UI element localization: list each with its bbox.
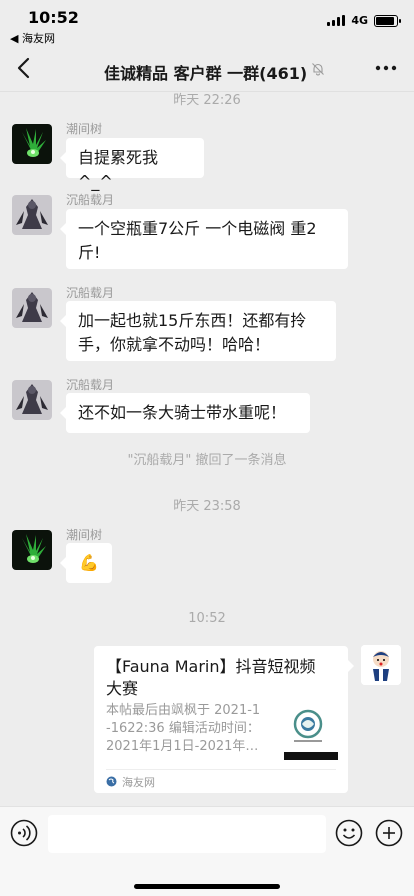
network-type: 4G: [351, 14, 368, 27]
chevron-left-icon[interactable]: [12, 54, 38, 82]
input-bar: [0, 806, 414, 896]
message-text: 手，你就拿不动吗！哈哈！: [78, 335, 271, 354]
status-time: 10:52: [28, 8, 79, 27]
message-text: 还不如一条大骑士带水重呢！: [78, 403, 287, 422]
message-input[interactable]: [48, 815, 326, 853]
avatar[interactable]: [12, 380, 52, 420]
card-title: 【Fauna Marin】抖音短视频 大赛: [106, 656, 338, 700]
card-divider: [106, 769, 336, 770]
card-thumbnail: [284, 706, 338, 760]
nav-bar: 佳诚精品 客户群 一群(461): [0, 44, 414, 92]
time-divider: 昨天 23:58: [173, 499, 241, 514]
chat-title: 佳诚精品 客户群 一群(461): [104, 64, 308, 83]
signal-icon: [327, 15, 346, 26]
globe-icon: [106, 776, 117, 787]
more-icon[interactable]: [374, 58, 398, 78]
recall-notice: "沉船载月" 撤回了一条消息: [127, 453, 287, 468]
message-bubble[interactable]: 💪: [60, 543, 112, 583]
status-indicators: 4G: [327, 14, 401, 27]
sender-name: 潮间树: [66, 122, 103, 136]
message-bubble[interactable]: 一个空瓶重7公斤 一个电磁阀 重2 斤!: [60, 209, 348, 269]
avatar[interactable]: [12, 195, 52, 235]
message-text: 加一起也就15斤东西！还都有拎: [78, 311, 307, 330]
emoji-icon[interactable]: [335, 819, 363, 847]
sender-name: 沉船载月: [66, 378, 115, 392]
self-avatar[interactable]: [361, 645, 401, 685]
message-text: 斤!: [78, 243, 101, 262]
home-indicator: [134, 884, 280, 889]
status-bar: 10:52 ◀ 海友网 4G: [0, 0, 414, 45]
message-bubble[interactable]: 自提累死我^_^: [60, 138, 204, 191]
card-desc-line: -1622:36 编辑活动时间：: [106, 721, 260, 736]
card-desc-line: 本帖最后由飒枫于 2021-1: [106, 703, 261, 718]
plus-icon[interactable]: [375, 819, 403, 847]
battery-icon: [374, 14, 401, 27]
message-text: 一个空瓶重7公斤 一个电磁阀 重2: [78, 219, 317, 238]
message-bubble[interactable]: 加一起也就15斤东西！还都有拎 手，你就拿不动吗！哈哈！: [60, 301, 336, 361]
time-divider: 昨天 22:26: [173, 93, 241, 108]
card-source: 海友网: [122, 776, 155, 789]
time-divider: 10:52: [188, 611, 226, 626]
avatar[interactable]: [12, 530, 52, 570]
message-text: 自提累死我^_^: [78, 148, 159, 191]
voice-icon[interactable]: [10, 819, 38, 847]
message-bubble[interactable]: 还不如一条大骑士带水重呢！: [60, 393, 310, 433]
avatar[interactable]: [12, 124, 52, 164]
link-card[interactable]: 【Fauna Marin】抖音短视频 大赛 本帖最后由飒枫于 2021-1 -1…: [94, 646, 354, 793]
bell-off-icon: [312, 63, 324, 76]
avatar[interactable]: [12, 288, 52, 328]
emoji-text: 💪: [79, 553, 99, 572]
sender-name: 潮间树: [66, 528, 103, 542]
sender-name: 沉船载月: [66, 286, 115, 300]
card-title-line: 大赛: [106, 679, 139, 698]
card-description: 本帖最后由飒枫于 2021-1 -1622:36 编辑活动时间： 2021年1月…: [106, 702, 278, 756]
card-title-line: 【Fauna Marin】抖音短视频: [106, 657, 316, 676]
sender-name: 沉船载月: [66, 193, 115, 207]
card-desc-line: 2021年1月1日-2021年…: [106, 739, 259, 754]
